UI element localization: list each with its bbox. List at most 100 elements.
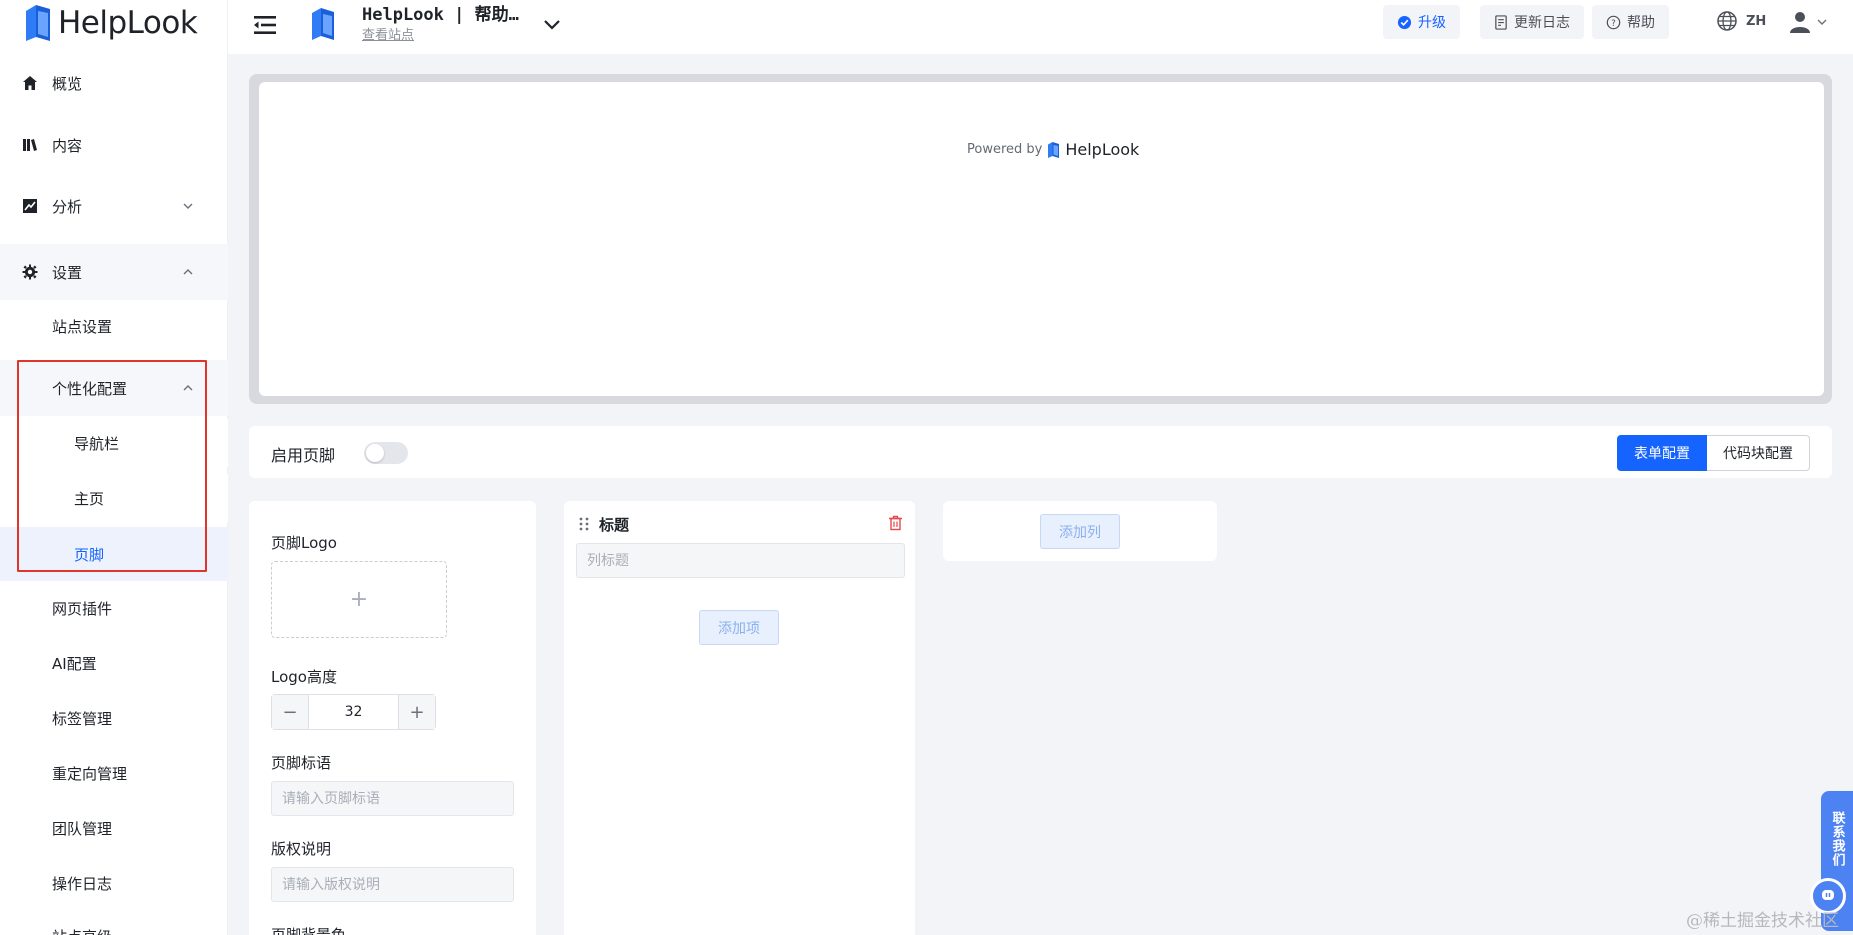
sidebar-item-label: AI配置 [52, 654, 97, 673]
gear-icon [22, 264, 38, 280]
add-column-button[interactable]: 添加列 [1040, 514, 1120, 549]
logo-height-stepper: − 32 + [271, 694, 436, 730]
plus-icon: + [349, 587, 369, 612]
user-menu[interactable] [1788, 10, 1828, 34]
add-column-card: 添加列 [943, 501, 1217, 561]
language-label: ZH [1746, 13, 1767, 29]
column-title-input[interactable] [576, 543, 905, 578]
document-icon [1495, 14, 1507, 30]
trash-icon[interactable] [888, 515, 903, 531]
contact-us-label: 联系我们 [1829, 811, 1845, 867]
logo-height-value[interactable]: 32 [308, 695, 399, 729]
sidebar-item-team-management[interactable]: 团队管理 [0, 804, 228, 852]
site-logo-icon [312, 8, 334, 40]
sidebar-item-site-advanced[interactable]: 站点高级 [0, 912, 228, 935]
chevron-up-icon [183, 385, 193, 391]
sidebar-item-overview[interactable]: 概览 [0, 59, 228, 107]
upgrade-label: 升级 [1418, 15, 1446, 31]
home-icon [22, 75, 38, 91]
footer-bg-color-label: 页脚背景色 [271, 926, 347, 935]
topbar: HelpLook | 帮助… 查看站点 升级 更新日志 ? 帮助 ZH [228, 0, 1853, 54]
help-label: 帮助 [1627, 15, 1655, 31]
sidebar-item-navbar[interactable]: 导航栏 [0, 419, 228, 467]
drag-handle-icon[interactable] [578, 517, 590, 531]
helplook-logo-icon [1048, 141, 1060, 158]
menu-collapse-icon[interactable] [252, 12, 278, 38]
sidebar-item-redirect-management[interactable]: 重定向管理 [0, 749, 228, 797]
chart-icon [22, 198, 38, 214]
chevron-up-icon [183, 269, 193, 275]
footer-toggle-bar: 启用页脚 表单配置 代码块配置 [249, 426, 1832, 478]
user-avatar-icon [1790, 12, 1810, 33]
brand-logo[interactable]: HelpLook [24, 0, 198, 46]
logo-upload[interactable]: + [271, 561, 447, 638]
chevron-down-icon[interactable] [542, 14, 562, 34]
sidebar-item-label: 站点设置 [52, 317, 113, 336]
changelog-button[interactable]: 更新日志 [1480, 5, 1584, 39]
sidebar-item-label: 概览 [52, 74, 83, 93]
sidebar-item-label: 导航栏 [74, 434, 120, 453]
sidebar-item-operation-log[interactable]: 操作日志 [0, 859, 228, 907]
sidebar-item-analytics[interactable]: 分析 [0, 182, 228, 230]
copyright-input[interactable] [271, 867, 514, 902]
switch-knob [366, 444, 384, 462]
footer-slogan-label: 页脚标语 [271, 754, 332, 772]
tab-form-config[interactable]: 表单配置 [1617, 435, 1707, 471]
helplook-logo-icon [26, 5, 50, 41]
globe-icon [1717, 11, 1737, 31]
logo-height-label: Logo高度 [271, 668, 337, 686]
sidebar-item-homepage[interactable]: 主页 [0, 474, 228, 522]
sidebar-item-label: 分析 [52, 197, 83, 216]
language-switcher[interactable]: ZH [1716, 10, 1766, 32]
sidebar-item-label: 标签管理 [52, 709, 113, 728]
svg-text:?: ? [1611, 17, 1615, 27]
footer-column-card: 标题 添加项 [564, 501, 915, 935]
sidebar-item-label: 设置 [52, 263, 83, 282]
sidebar-item-label: 重定向管理 [52, 764, 128, 783]
copyright-label: 版权说明 [271, 840, 332, 858]
sidebar-item-label: 网页插件 [52, 599, 113, 618]
sidebar: HelpLook 概览 内容 分析 设置 站点设置 个性化配置 导航栏 主页 页… [0, 0, 228, 935]
sidebar-item-tag-management[interactable]: 标签管理 [0, 694, 228, 742]
enable-footer-switch[interactable] [364, 442, 408, 464]
sidebar-item-label: 站点高级 [52, 926, 112, 935]
sidebar-item-label: 内容 [52, 136, 83, 155]
sidebar-item-label: 个性化配置 [52, 379, 128, 398]
check-circle-icon [1397, 15, 1412, 29]
question-circle-icon: ? [1606, 15, 1621, 29]
chevron-down-icon [1817, 19, 1827, 25]
sidebar-item-footer[interactable]: 页脚 [0, 527, 228, 581]
footer-form-card: 页脚Logo + Logo高度 − 32 + 页脚标语 版权说明 页脚背景色 [249, 501, 536, 935]
enable-footer-label: 启用页脚 [271, 446, 336, 465]
column-title: 标题 [599, 516, 630, 534]
help-button[interactable]: ? 帮助 [1592, 5, 1669, 39]
increment-button[interactable]: + [399, 695, 435, 729]
sidebar-item-site-settings[interactable]: 站点设置 [0, 302, 228, 350]
changelog-label: 更新日志 [1514, 15, 1570, 31]
footer-preview [259, 82, 1824, 396]
add-item-button[interactable]: 添加项 [699, 610, 779, 645]
sidebar-item-ai-config[interactable]: AI配置 [0, 639, 228, 687]
view-site-link[interactable]: 查看站点 [362, 24, 414, 43]
sidebar-item-content[interactable]: 内容 [0, 121, 228, 169]
sidebar-item-settings[interactable]: 设置 [0, 244, 228, 300]
config-mode-tabs: 表单配置 代码块配置 [1617, 435, 1810, 471]
sidebar-item-personalization[interactable]: 个性化配置 [0, 360, 228, 416]
watermark: @稀土掘金技术社区 [1686, 911, 1839, 931]
sidebar-item-web-plugin[interactable]: 网页插件 [0, 584, 228, 632]
brand-name: HelpLook [58, 5, 198, 41]
sidebar-item-label: 页脚 [74, 545, 105, 564]
decrement-button[interactable]: − [272, 695, 308, 729]
sidebar-item-label: 主页 [74, 489, 105, 508]
chat-icon [1822, 890, 1834, 900]
book-icon [22, 137, 38, 153]
chevron-down-icon [183, 203, 193, 209]
powered-by-label: Powered by [967, 142, 1043, 157]
footer-logo-label: 页脚Logo [271, 534, 337, 552]
powered-by-brand: HelpLook [1065, 140, 1140, 159]
tab-code-config[interactable]: 代码块配置 [1707, 435, 1810, 471]
upgrade-button[interactable]: 升级 [1383, 5, 1460, 39]
sidebar-item-label: 操作日志 [52, 874, 113, 893]
sidebar-item-label: 团队管理 [52, 819, 113, 838]
footer-slogan-input[interactable] [271, 781, 514, 816]
